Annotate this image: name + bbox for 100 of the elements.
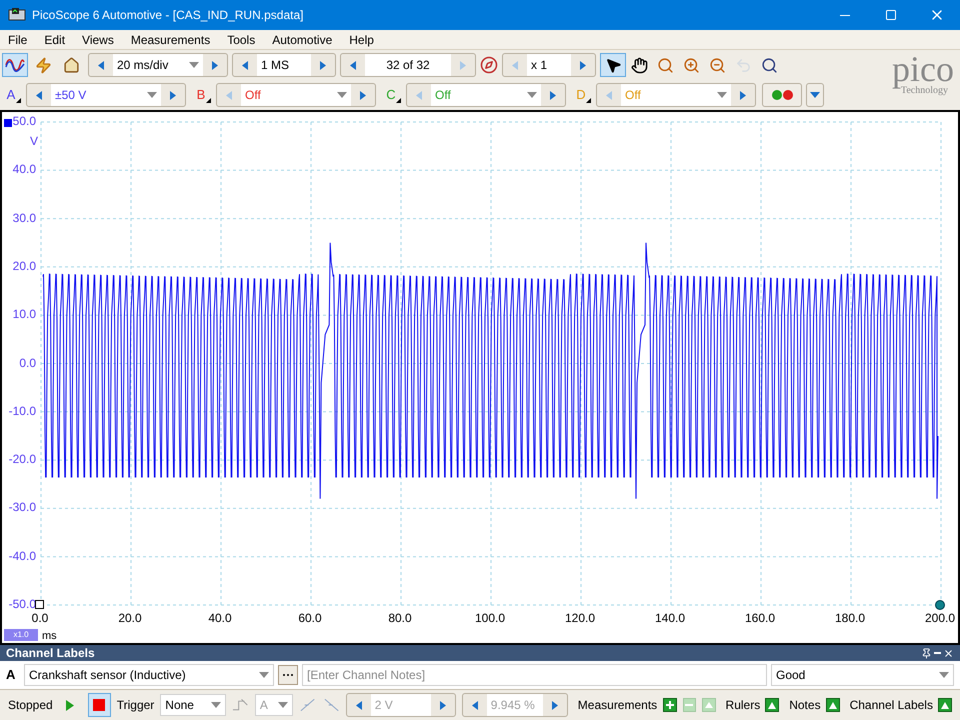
caret-icon	[147, 92, 157, 98]
toggle-label: Notes	[789, 697, 821, 714]
trigger-mode-dropdown[interactable]: None	[160, 694, 226, 716]
quality-dropdown[interactable]: Good	[771, 664, 954, 686]
toggle-button[interactable]	[938, 698, 952, 712]
y-axis-label: 10.0	[12, 307, 36, 322]
corner-triangle-icon	[586, 98, 591, 103]
minimize-icon	[840, 14, 850, 16]
x-axis-unit: ms	[42, 629, 57, 644]
trigger-marker-icon	[35, 600, 44, 609]
right-arrow-icon	[170, 90, 176, 100]
waveform-icon	[5, 58, 25, 72]
x-axis-label: 100.0	[474, 611, 506, 625]
corner-triangle-icon	[16, 98, 21, 103]
menu-item[interactable]: Tools	[227, 30, 256, 48]
up-triangle-icon	[828, 702, 837, 708]
toggle-button[interactable]	[765, 698, 780, 712]
menu-item[interactable]: Edit	[44, 30, 66, 48]
trigger-label: Trigger	[116, 697, 154, 714]
x-axis-label: 80.0	[387, 611, 413, 625]
caret-icon	[717, 92, 727, 98]
channel-notes-field[interactable]: [Enter Channel Notes]	[302, 664, 767, 686]
y-axis-label: -20.0	[8, 452, 36, 466]
left-arrow-icon	[98, 60, 104, 70]
window-title: PicoScope 6 Automotive - [CAS_IND_RUN.psdata]	[32, 7, 304, 24]
left-arrow-icon	[226, 90, 232, 100]
y-axis-label: 30.0	[12, 210, 36, 225]
status-text: Stopped	[8, 697, 53, 714]
x-axis-label: 20.0	[117, 611, 143, 625]
zoom-badge: x1.0	[4, 629, 38, 641]
range-dropdown[interactable]: Off	[241, 84, 351, 106]
compass-icon[interactable]	[480, 56, 498, 74]
up-triangle-icon	[768, 702, 776, 708]
timebase-dropdown[interactable]: 20 ms/div	[113, 54, 203, 76]
x-axis-label: 60.0	[297, 611, 323, 625]
y-axis-unit: V	[30, 133, 38, 150]
channel-toggle-button[interactable]	[762, 83, 802, 107]
minus-icon	[685, 701, 694, 709]
toggle-button[interactable]	[826, 698, 840, 712]
caret-icon	[210, 702, 221, 708]
right-arrow-icon	[212, 60, 218, 70]
channel-letter: A	[6, 666, 16, 684]
caret-icon	[810, 92, 820, 98]
ruler-handle-icon[interactable]	[935, 600, 945, 610]
x-axis-label: 160.0	[744, 611, 776, 625]
stop-icon	[93, 699, 106, 711]
left-arrow-icon	[416, 90, 422, 100]
corner-triangle-icon	[396, 98, 401, 103]
right-arrow-icon	[550, 90, 556, 100]
right-arrow-icon	[360, 90, 366, 100]
close-icon[interactable]	[943, 648, 954, 658]
x-axis-label: 200.0	[924, 611, 956, 625]
right-arrow-icon	[740, 90, 746, 100]
channel-button[interactable]: A	[0, 84, 22, 106]
y-axis-label: -30.0	[8, 500, 36, 514]
channel-button[interactable]: B	[190, 84, 212, 106]
left-arrow-icon	[606, 90, 612, 100]
x-axis-label: 140.0	[654, 611, 686, 625]
hand-icon	[630, 56, 648, 74]
left-arrow-icon	[36, 90, 42, 100]
tool-button[interactable]	[600, 53, 626, 77]
up-triangle-icon	[940, 702, 949, 708]
zoom-out-icon	[708, 56, 726, 74]
y-axis-label: -40.0	[8, 548, 36, 563]
x-axis-label: 120.0	[564, 611, 596, 625]
add-measurement-button[interactable]	[663, 698, 677, 712]
up-triangle-icon	[704, 701, 713, 709]
y-axis-label: 0.0	[19, 356, 36, 370]
y-axis-label: -10.0	[8, 404, 36, 418]
logo: pico Technology	[892, 50, 954, 98]
pointer-icon	[604, 56, 622, 74]
pin-icon[interactable]	[921, 648, 932, 658]
maximize-icon	[885, 9, 897, 21]
toggle-label: Rulers	[726, 697, 760, 714]
corner-triangle-icon	[206, 98, 211, 103]
more-button[interactable]	[278, 665, 298, 685]
caret-icon	[939, 672, 949, 678]
menu-item[interactable]: Automotive	[272, 30, 332, 48]
tool-button[interactable]	[2, 53, 28, 77]
y-axis-label: 40.0	[12, 162, 36, 176]
lightning-icon	[34, 56, 52, 74]
zoom-fit-icon	[760, 56, 778, 74]
menu-item[interactable]: Views	[82, 30, 114, 48]
edge-icon	[232, 698, 249, 712]
magnifier-icon	[656, 56, 674, 74]
oscilloscope-icon	[8, 8, 26, 22]
y-axis-label: 50.0	[12, 114, 36, 128]
caret-icon	[278, 702, 288, 708]
range-dropdown[interactable]: ±50 V	[51, 84, 161, 106]
undo-icon	[734, 56, 752, 74]
dropdown-button[interactable]	[806, 83, 824, 107]
stop-button[interactable]	[88, 693, 111, 717]
caret-icon	[189, 62, 199, 68]
measurements-label: Measurements	[578, 697, 658, 714]
caret-icon	[337, 92, 347, 98]
channel-label-dropdown[interactable]: Crankshaft sensor (Inductive)	[24, 664, 274, 686]
menu-item[interactable]: Help	[349, 30, 374, 48]
menu-item[interactable]: File	[8, 30, 28, 48]
menu-item[interactable]: Measurements	[130, 30, 210, 48]
x-axis-label: 0.0	[30, 611, 50, 625]
